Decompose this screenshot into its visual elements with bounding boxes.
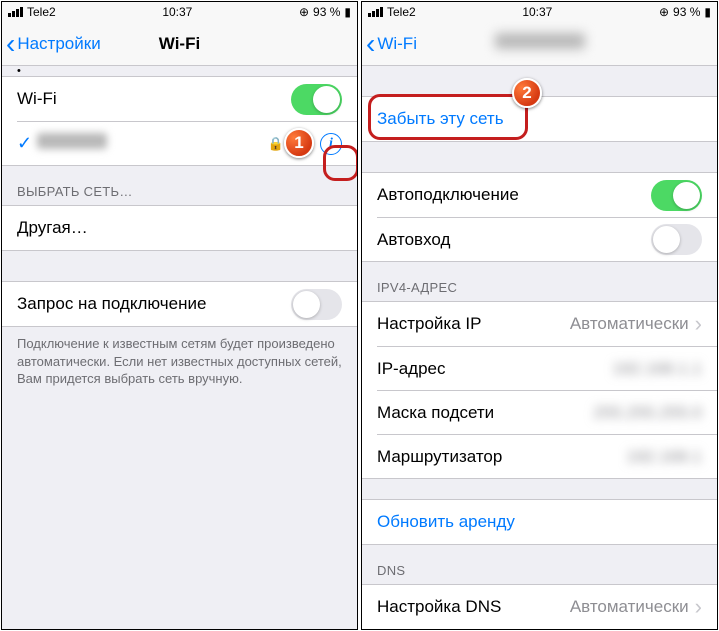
carrier: Tele2 [27, 5, 56, 19]
chevron-right-icon: › [695, 311, 702, 337]
pager-dots: • [2, 66, 357, 76]
subnet-value: 255.255.255.0 [593, 403, 702, 423]
info-icon[interactable]: i [320, 133, 342, 155]
dns-header: DNS [362, 545, 717, 584]
renew-label: Обновить аренду [377, 512, 702, 532]
chevron-right-icon: › [695, 594, 702, 620]
wifi-toggle-row[interactable]: Wi-Fi [2, 77, 357, 121]
ip-address-value: 192.168.1.1 [612, 359, 702, 379]
nav-bar: ‹Wi-Fi [362, 22, 717, 66]
orientation-lock-icon: ⊕ [299, 5, 309, 19]
screen-network-detail: Tele2 10:37 ⊕ 93 % ▮ ‹Wi-Fi Забыть эту сет… [361, 1, 718, 630]
ipv4-section: Настройка IP Автоматически › IP-адрес 19… [362, 301, 717, 479]
dns-section: Настройка DNS Автоматически › [362, 584, 717, 630]
battery-pct: 93 % [313, 5, 340, 19]
nav-bar: ‹Настройки Wi-Fi [2, 22, 357, 66]
battery-icon: ▮ [704, 5, 711, 19]
dns-config-row[interactable]: Настройка DNS Автоматически › [362, 585, 717, 629]
ask-footer: Подключение к известным сетям будет прои… [2, 327, 357, 396]
renew-section: Обновить аренду [362, 499, 717, 545]
networks-section: Другая… [2, 205, 357, 251]
ask-label: Запрос на подключение [17, 294, 291, 314]
dns-config-label: Настройка DNS [377, 597, 570, 617]
ipv4-header: IPV4-АДРЕС [362, 262, 717, 301]
signal-icon [368, 7, 383, 17]
wifi-section: Wi-Fi ✓ 🔒 i [2, 76, 357, 166]
forget-network-row[interactable]: Забыть эту сеть [362, 97, 717, 141]
ask-section: Запрос на подключение [2, 281, 357, 327]
status-bar: Tele2 10:37 ⊕ 93 % ▮ [362, 2, 717, 22]
other-network-row[interactable]: Другая… [2, 206, 357, 250]
clock: 10:37 [522, 5, 552, 19]
router-value: 192.168.1 [626, 447, 702, 467]
clock: 10:37 [162, 5, 192, 19]
ip-address-row: IP-адрес 192.168.1.1 [377, 346, 717, 390]
subnet-label: Маска подсети [377, 403, 593, 423]
auto-section: Автоподключение Автовход [362, 172, 717, 262]
network-name [37, 133, 268, 154]
router-row: Маршрутизатор 192.168.1 [377, 434, 717, 478]
forget-section: Забыть эту сеть [362, 96, 717, 142]
wifi-toggle[interactable] [291, 84, 342, 115]
carrier: Tele2 [387, 5, 416, 19]
wifi-label: Wi-Fi [17, 89, 291, 109]
back-label: Wi-Fi [377, 34, 417, 54]
page-title: Wi-Fi [159, 34, 200, 54]
back-label: Настройки [17, 34, 100, 54]
ip-config-value: Автоматически [570, 314, 689, 334]
auto-login-toggle[interactable] [651, 224, 702, 255]
auto-join-toggle[interactable] [651, 180, 702, 211]
subnet-row: Маска подсети 255.255.255.0 [377, 390, 717, 434]
checkmark-icon: ✓ [17, 133, 37, 154]
renew-lease-row[interactable]: Обновить аренду [362, 500, 717, 544]
signal-icon [8, 7, 23, 17]
ip-address-label: IP-адрес [377, 359, 612, 379]
screen-wifi-list: Tele2 10:37 ⊕ 93 % ▮ ‹Настройки Wi-Fi • Wi… [1, 1, 358, 630]
auto-login-label: Автовход [377, 230, 651, 250]
ip-config-row[interactable]: Настройка IP Автоматически › [362, 302, 717, 346]
wifi-icon [292, 134, 310, 153]
ask-to-join-row[interactable]: Запрос на подключение [2, 282, 357, 326]
ip-config-label: Настройка IP [377, 314, 570, 334]
auto-login-row[interactable]: Автовход [377, 217, 717, 261]
connected-network-row[interactable]: ✓ 🔒 i [17, 121, 357, 165]
choose-network-header: ВЫБРАТЬ СЕТЬ… [2, 166, 357, 205]
other-label: Другая… [17, 218, 342, 238]
battery-pct: 93 % [673, 5, 700, 19]
lock-icon: 🔒 [268, 136, 284, 152]
dns-config-value: Автоматически [570, 597, 689, 617]
auto-join-label: Автоподключение [377, 185, 651, 205]
back-button[interactable]: ‹Wi-Fi [362, 30, 417, 58]
chevron-left-icon: ‹ [6, 30, 15, 58]
battery-icon: ▮ [344, 5, 351, 19]
chevron-left-icon: ‹ [366, 30, 375, 58]
forget-label: Забыть эту сеть [377, 109, 702, 129]
ask-toggle[interactable] [291, 289, 342, 320]
back-button[interactable]: ‹Настройки [2, 30, 101, 58]
orientation-lock-icon: ⊕ [659, 5, 669, 19]
router-label: Маршрутизатор [377, 447, 626, 467]
auto-join-row[interactable]: Автоподключение [362, 173, 717, 217]
status-bar: Tele2 10:37 ⊕ 93 % ▮ [2, 2, 357, 22]
page-title [495, 33, 585, 54]
